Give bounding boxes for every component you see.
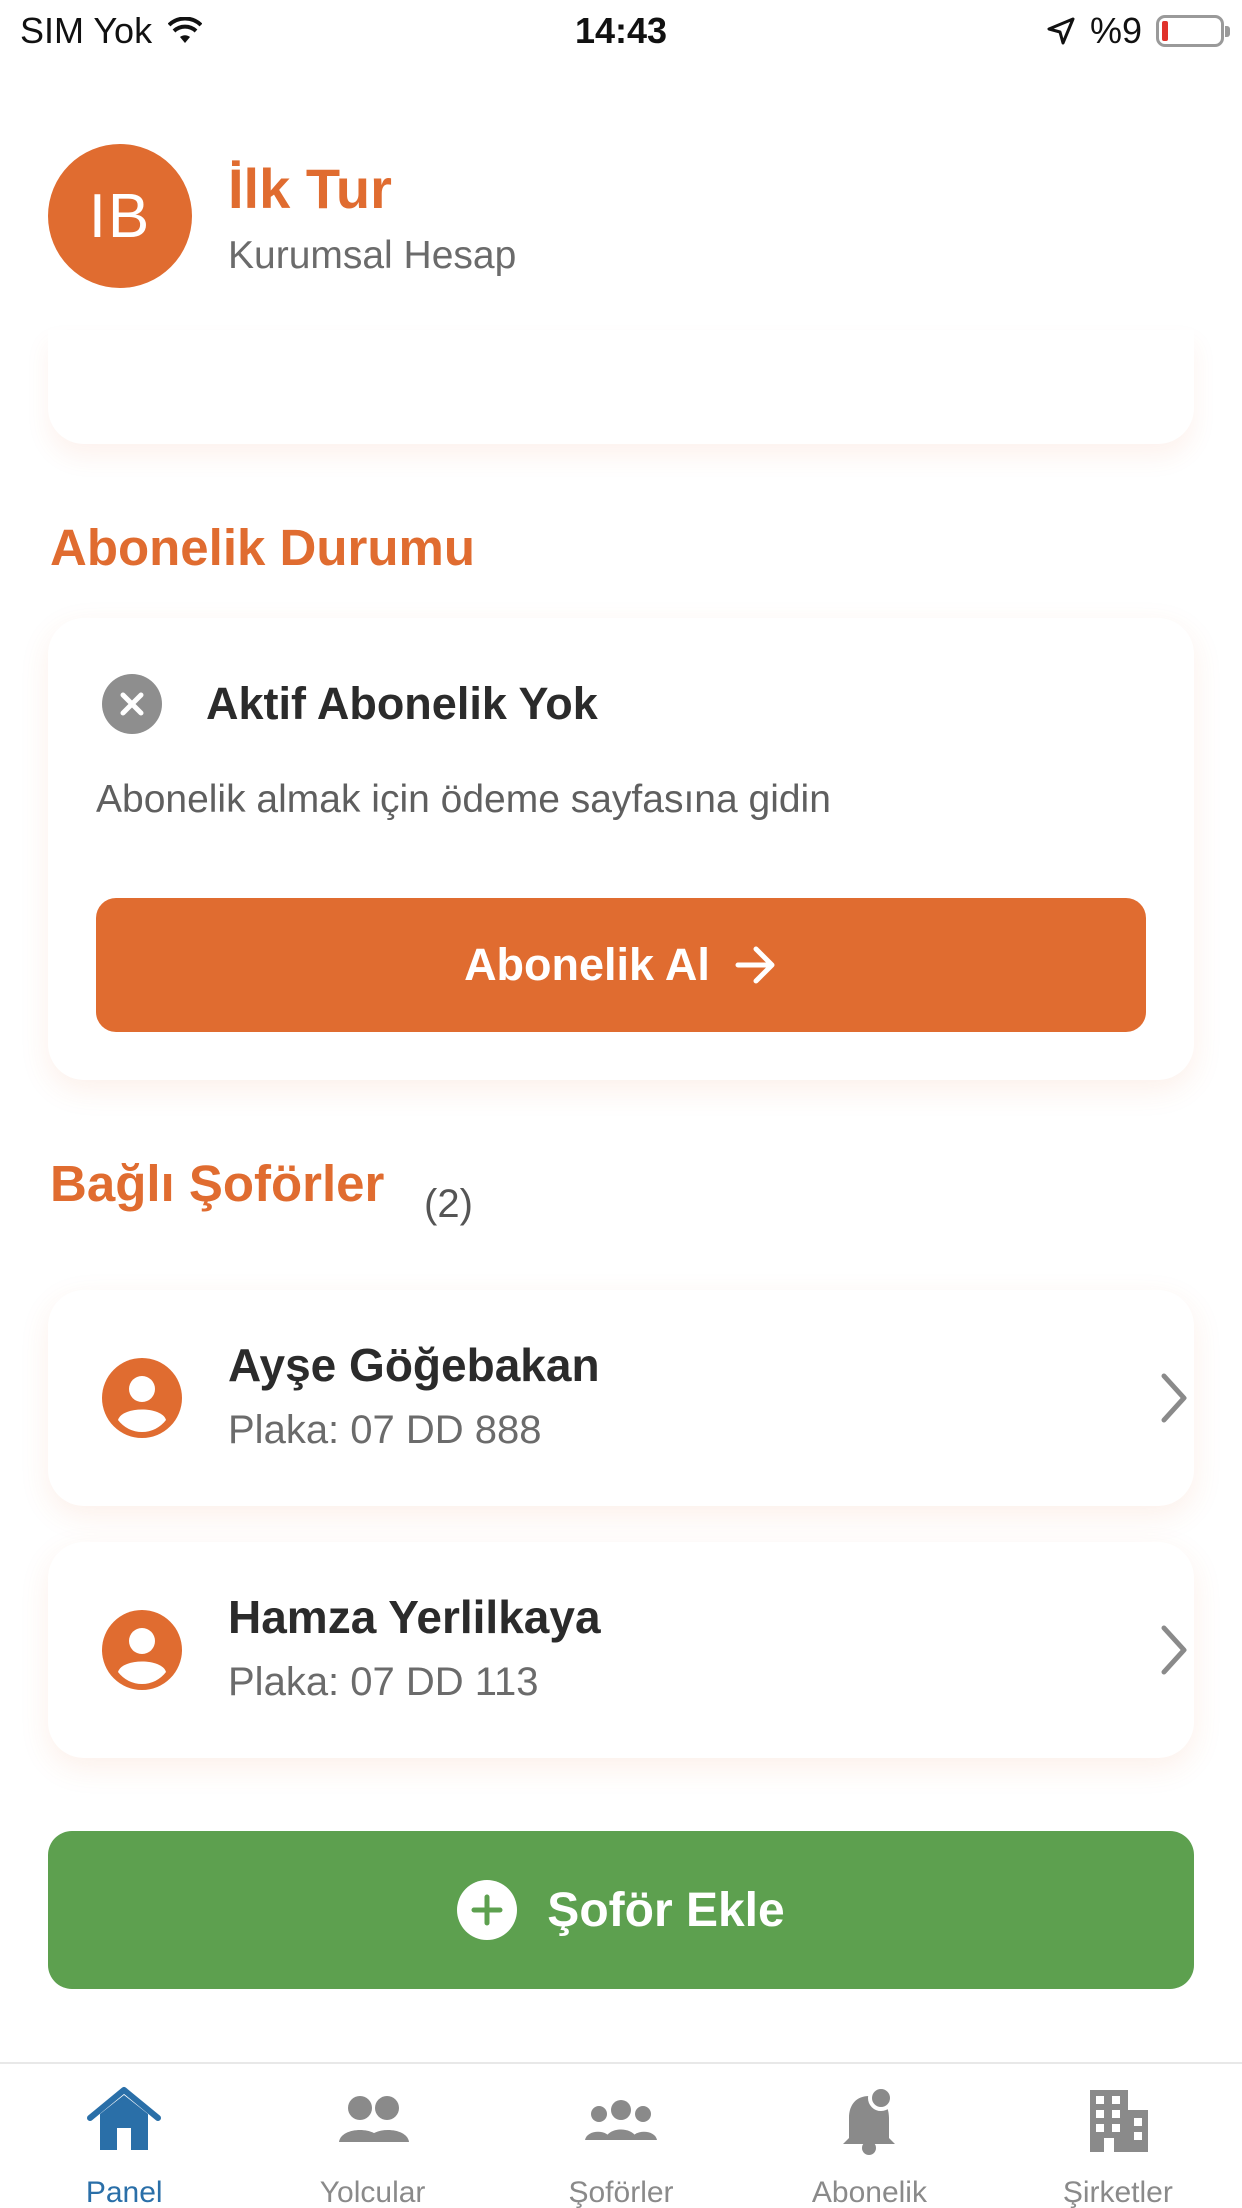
arrow-right-icon: [735, 946, 775, 984]
location-arrow-icon: [1047, 17, 1075, 45]
close-circle-icon: [102, 674, 162, 734]
battery-percent: %9: [1089, 10, 1142, 51]
driver-name: Hamza Yerlilkaya: [228, 1591, 601, 1643]
chevron-right-icon: [1161, 1373, 1187, 1423]
passengers-icon: [338, 2096, 409, 2142]
account-type: Kurumsal Hesap: [228, 234, 517, 277]
user-circle-icon: [102, 1358, 182, 1438]
tab-label: Abonelik: [811, 2176, 927, 2208]
battery-icon: [1156, 15, 1230, 47]
building-icon: [1089, 2090, 1148, 2152]
tab-yolcular[interactable]: Yolcular: [248, 2064, 496, 2208]
drivers-section-title: Bağlı Şoförler: [50, 1155, 385, 1212]
driver-card[interactable]: Ayşe Göğebakan Plaka: 07 DD 888: [48, 1290, 1194, 1506]
add-driver-button[interactable]: Şoför Ekle: [48, 1831, 1194, 1989]
tab-label: Şirketler: [1062, 2176, 1173, 2208]
subscription-section-title: Abonelik Durumu: [50, 519, 476, 576]
driver-plate: Plaka: 07 DD 888: [228, 1408, 542, 1452]
tab-sirketler[interactable]: Şirketler: [994, 2064, 1242, 2208]
tab-panel[interactable]: Panel: [0, 2064, 248, 2208]
tab-soforler[interactable]: Şoförler: [497, 2064, 745, 2208]
avatar: IB: [48, 144, 192, 288]
tab-bar: Panel Yolcular Şoförler Abonelik Şirketl…: [0, 2062, 1242, 2208]
drivers-count: (2): [424, 1182, 473, 1226]
status-right: %9: [1046, 10, 1230, 52]
bell-icon: [843, 2085, 896, 2155]
profile-card-bottom: [48, 330, 1194, 444]
subscription-status-title: Aktif Abonelik Yok: [206, 678, 598, 729]
driver-plate: Plaka: 07 DD 113: [228, 1660, 539, 1704]
user-circle-icon: [102, 1610, 182, 1690]
tab-label: Yolcular: [319, 2176, 426, 2208]
plus-circle-icon: [457, 1880, 518, 1940]
home-icon: [87, 2087, 162, 2150]
add-driver-label: Şoför Ekle: [547, 1883, 785, 1937]
chevron-right-icon: [1161, 1625, 1187, 1675]
drivers-icon: [585, 2100, 658, 2140]
subscription-card: Aktif Abonelik Yok Abonelik almak için ö…: [48, 618, 1194, 1080]
tab-abonelik[interactable]: Abonelik: [745, 2064, 993, 2208]
driver-card[interactable]: Hamza Yerlilkaya Plaka: 07 DD 113: [48, 1542, 1194, 1758]
subscription-description: Abonelik almak için ödeme sayfasına gidi…: [96, 778, 831, 821]
profile-name: İlk Tur: [228, 157, 392, 220]
status-bar: SIM Yok 14:43 %9: [0, 0, 1242, 62]
get-subscription-label: Abonelik Al: [464, 939, 710, 990]
tab-label: Şoförler: [568, 2176, 674, 2208]
tab-label: Panel: [85, 2176, 163, 2208]
get-subscription-button[interactable]: Abonelik Al: [96, 898, 1146, 1032]
driver-name: Ayşe Göğebakan: [228, 1339, 600, 1391]
